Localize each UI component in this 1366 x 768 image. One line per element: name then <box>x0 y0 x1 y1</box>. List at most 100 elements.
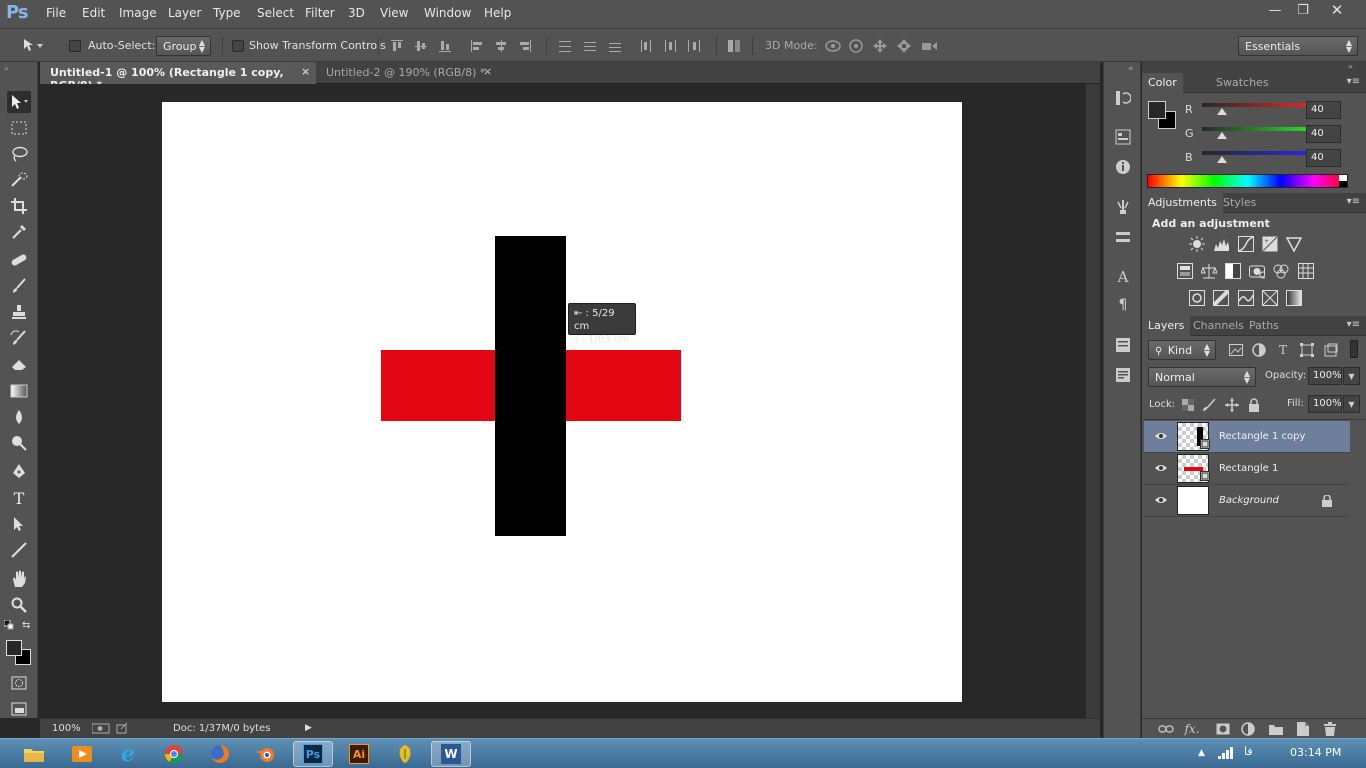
add-mask-icon[interactable] <box>1215 721 1231 737</box>
black-white-icon[interactable] <box>1225 263 1241 279</box>
path-selection-tool-icon[interactable] <box>7 513 31 535</box>
auto-select-checkbox[interactable] <box>69 40 81 52</box>
filter-shape-icon[interactable] <box>1299 342 1315 358</box>
restore-icon[interactable]: ❐ <box>1288 0 1318 20</box>
zoom-level[interactable]: 100% <box>52 723 81 734</box>
channel-r-value[interactable]: 40 <box>1306 101 1341 119</box>
channel-g-slider-thumb[interactable] <box>1216 132 1227 139</box>
tab-untitled-1[interactable]: Untitled-1 @ 100% (Rectangle 1 copy, RGB… <box>40 62 316 92</box>
type-tool-icon[interactable]: T <box>7 487 31 509</box>
input-language[interactable]: فا <box>1244 745 1253 758</box>
auto-select-dropdown[interactable]: Group ▲ ▼ <box>156 36 211 56</box>
distribute-right-icon[interactable] <box>687 39 701 53</box>
curves-icon[interactable] <box>1238 236 1254 252</box>
align-hcenter-icon[interactable] <box>494 39 508 53</box>
channel-b-slider-thumb[interactable] <box>1216 156 1227 163</box>
channel-b-value[interactable]: 40 <box>1306 149 1341 167</box>
zoom-tool-icon[interactable] <box>7 594 31 616</box>
lock-transparent-pixels-icon[interactable] <box>1180 397 1196 413</box>
visibility-eye-icon[interactable] <box>1154 495 1168 508</box>
file-explorer-icon[interactable] <box>14 741 54 767</box>
tab-close-icon[interactable]: × <box>301 65 310 78</box>
chrome-icon[interactable] <box>154 741 194 767</box>
quick-mask-icon[interactable] <box>7 672 31 694</box>
blender-icon[interactable] <box>246 741 286 767</box>
vibrance-icon[interactable] <box>1286 236 1302 252</box>
collapse-icon[interactable]: » <box>4 64 9 73</box>
opacity-value[interactable]: 100% <box>1308 367 1342 385</box>
panel-menu-icon[interactable]: ▾≡ <box>1347 319 1360 330</box>
internet-explorer-icon[interactable]: e <box>108 741 148 767</box>
distribute-hcenter-icon[interactable] <box>663 39 677 53</box>
fill-dropdown-arrow-icon[interactable]: ▼ <box>1343 395 1360 413</box>
color-balance-icon[interactable] <box>1201 263 1217 279</box>
tab-channels[interactable]: Channels <box>1193 319 1244 332</box>
menu-view[interactable]: View <box>380 6 408 20</box>
swap-colors-icon[interactable]: ⇆ <box>22 620 30 631</box>
fill-value[interactable]: 100% <box>1308 395 1342 413</box>
tab-layers[interactable]: Layers <box>1142 316 1191 336</box>
color-spectrum-ramp[interactable] <box>1147 174 1348 188</box>
word-icon[interactable]: W <box>431 741 471 767</box>
menu-image[interactable]: Image <box>119 6 157 20</box>
tab-styles[interactable]: Styles <box>1223 196 1256 209</box>
gradient-map-icon[interactable] <box>1286 290 1302 306</box>
line-tool-icon[interactable] <box>7 539 31 561</box>
filter-type-icon[interactable]: T <box>1275 342 1291 358</box>
menu-window[interactable]: Window <box>424 6 471 20</box>
filter-smart-object-icon[interactable] <box>1323 342 1339 358</box>
hand-tool-icon[interactable] <box>7 568 31 590</box>
brightness-contrast-icon[interactable] <box>1189 236 1205 252</box>
menu-edit[interactable]: Edit <box>82 6 105 20</box>
filter-toggle-switch[interactable] <box>1350 340 1358 358</box>
eyedropper-tool-icon[interactable] <box>7 221 31 243</box>
lock-position-icon[interactable] <box>1224 397 1240 413</box>
status-preview-icon[interactable] <box>91 723 110 737</box>
menu-3d[interactable]: 3D <box>348 6 365 20</box>
opacity-dropdown-arrow-icon[interactable]: ▼ <box>1343 367 1360 385</box>
3d-slide-icon[interactable] <box>897 39 911 53</box>
3d-scale-icon[interactable] <box>920 39 938 53</box>
paragraph-styles-icon[interactable] <box>1114 366 1132 384</box>
3d-rotate-icon[interactable] <box>824 39 842 53</box>
channel-g-value[interactable]: 40 <box>1306 125 1341 143</box>
move-tool-icon[interactable] <box>7 91 31 113</box>
pen-tool-icon[interactable] <box>7 460 31 482</box>
align-top-icon[interactable] <box>390 39 404 53</box>
black-rectangle-shape[interactable] <box>495 236 566 536</box>
link-layers-icon[interactable] <box>1158 721 1174 737</box>
layer-filter-dropdown[interactable]: ⚲ Kind ▲ ▼ <box>1148 340 1216 360</box>
illustrator-icon[interactable]: Ai <box>339 741 379 767</box>
blur-tool-icon[interactable] <box>7 406 31 428</box>
clone-stamp-tool-icon[interactable] <box>7 301 31 323</box>
new-adjustment-layer-icon[interactable] <box>1240 721 1256 737</box>
tab-color[interactable]: Color <box>1142 73 1183 93</box>
lasso-tool-icon[interactable] <box>7 143 31 165</box>
filter-pixel-icon[interactable] <box>1228 342 1244 358</box>
workspace-dropdown[interactable]: Essentials ▲ ▼ <box>1238 36 1358 56</box>
tool-presets-icon[interactable] <box>1114 228 1132 246</box>
tab-adjustments[interactable]: Adjustments <box>1142 193 1223 213</box>
show-transform-checkbox[interactable] <box>232 40 244 52</box>
channel-r-slider-thumb[interactable] <box>1216 108 1227 115</box>
close-icon[interactable]: ✕ <box>1322 0 1352 20</box>
menu-filter[interactable]: Filter <box>305 6 335 20</box>
gradient-tool-icon[interactable] <box>7 380 31 402</box>
quick-selection-tool-icon[interactable] <box>7 169 31 191</box>
layer-name[interactable]: Background <box>1219 495 1279 506</box>
menu-help[interactable]: Help <box>484 6 511 20</box>
crop-tool-icon[interactable] <box>7 195 31 217</box>
channel-mixer-icon[interactable] <box>1273 263 1289 279</box>
status-menu-arrow-icon[interactable]: ▶ <box>305 723 312 733</box>
show-hidden-icons-icon[interactable]: ▲ <box>1198 748 1205 758</box>
visibility-eye-icon[interactable] <box>1154 463 1168 476</box>
layer-row-rectangle-1[interactable]: Rectangle 1 <box>1144 453 1350 485</box>
distribute-bottom-icon[interactable] <box>608 39 622 53</box>
delete-layer-icon[interactable] <box>1322 721 1338 737</box>
photo-filter-icon[interactable] <box>1249 263 1265 279</box>
align-left-icon[interactable] <box>470 39 484 53</box>
threshold-icon[interactable] <box>1238 290 1254 306</box>
tab-close-icon[interactable]: × <box>483 65 492 78</box>
tab-paths[interactable]: Paths <box>1249 319 1279 332</box>
dodge-tool-icon[interactable] <box>7 432 31 454</box>
